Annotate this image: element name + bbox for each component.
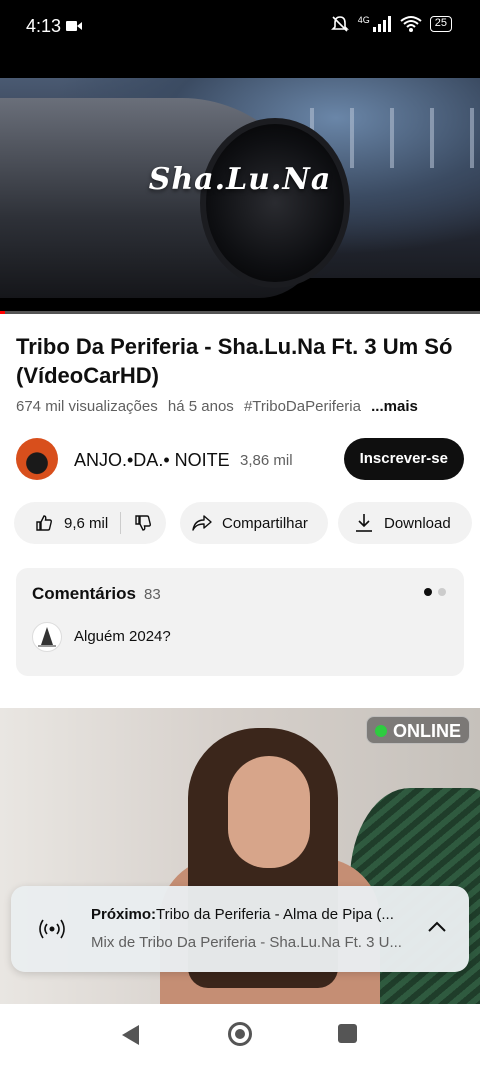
wifi-icon — [400, 16, 422, 32]
up-next-subtitle: Mix de Tribo Da Periferia - Sha.Lu.Na Ft… — [91, 934, 402, 951]
channel-name[interactable]: ANJO.•DA.• NOITE — [74, 450, 230, 471]
like-count[interactable]: 9,6 mil — [64, 515, 108, 532]
car-wheel — [200, 118, 350, 288]
back-icon[interactable] — [121, 1024, 141, 1046]
share-button[interactable]: Compartilhar — [180, 502, 328, 544]
video-player[interactable]: Sha.Lu.Na — [0, 54, 480, 314]
up-next-label: Próximo: — [91, 906, 157, 923]
online-badge: ONLINE — [365, 716, 470, 744]
more-link[interactable]: ...mais — [371, 398, 418, 415]
view-count: 674 mil visualizações — [16, 398, 158, 415]
video-title[interactable]: Tribo Da Periferia - Sha.Lu.Na Ft. 3 Um … — [16, 332, 464, 390]
recents-icon[interactable] — [338, 1024, 357, 1043]
top-comment-text: Alguém 2024? — [74, 628, 171, 645]
pager-dot — [438, 588, 446, 596]
download-button[interactable]: Download — [338, 502, 472, 544]
thumbs-down-icon[interactable] — [133, 513, 153, 533]
share-icon — [192, 513, 212, 533]
download-icon — [354, 513, 374, 533]
comments-title: Comentários — [32, 584, 136, 603]
channel-row[interactable]: ANJO.•DA.• NOITE 3,86 mil Inscrever-se — [16, 438, 464, 482]
muted-bell-icon — [330, 16, 349, 32]
subscriber-count: 3,86 mil — [240, 452, 293, 469]
comments-card[interactable]: Comentários 83 Alguém 2024? — [16, 568, 464, 676]
like-divider — [120, 512, 122, 534]
signal-icon — [372, 16, 391, 32]
broadcast-icon — [39, 919, 65, 939]
commenter-avatar — [32, 622, 62, 652]
status-bar: 4:13 4G 25 — [0, 0, 480, 54]
pager-dot-active — [424, 588, 432, 596]
up-next-card[interactable]: Próximo:Tribo da Periferia - Alma de Pip… — [11, 886, 469, 972]
up-next-title-row: Próximo:Tribo da Periferia - Alma de Pip… — [91, 906, 421, 923]
hashtag-link[interactable]: #TriboDaPeriferia — [244, 398, 361, 415]
upload-age: há 5 anos — [167, 398, 234, 415]
video-progress-fill — [0, 311, 5, 314]
battery-icon: 25 — [429, 16, 452, 32]
online-label: ONLINE — [392, 721, 461, 741]
video-overlay-title: Sha.Lu.Na — [148, 162, 332, 197]
action-bar: 9,6 mil Compartilhar Download — [14, 502, 474, 544]
status-time: 4:13 — [26, 16, 62, 36]
up-next-title: Tribo da Periferia - Alma de Pipa (... — [156, 906, 394, 923]
thumbs-up-icon[interactable] — [34, 513, 54, 533]
download-label: Download — [384, 514, 451, 532]
person-face — [228, 756, 310, 868]
comments-pager — [424, 588, 446, 596]
channel-avatar[interactable] — [16, 438, 58, 480]
online-dot-icon — [374, 725, 387, 737]
share-label: Compartilhar — [222, 514, 308, 532]
system-nav-bar — [0, 1004, 480, 1066]
video-meta[interactable]: 674 mil visualizações há 5 anos #TriboDa… — [16, 398, 424, 415]
subscribe-button[interactable]: Inscrever-se — [343, 438, 464, 480]
comments-count: 83 — [144, 586, 161, 603]
status-icons: 4G 25 — [330, 14, 452, 34]
home-icon[interactable] — [228, 1022, 252, 1046]
like-dislike-pill: 9,6 mil — [14, 502, 166, 544]
video-camera-icon — [66, 21, 82, 31]
chevron-up-icon[interactable] — [427, 920, 447, 934]
network-type: 4G — [357, 15, 370, 25]
